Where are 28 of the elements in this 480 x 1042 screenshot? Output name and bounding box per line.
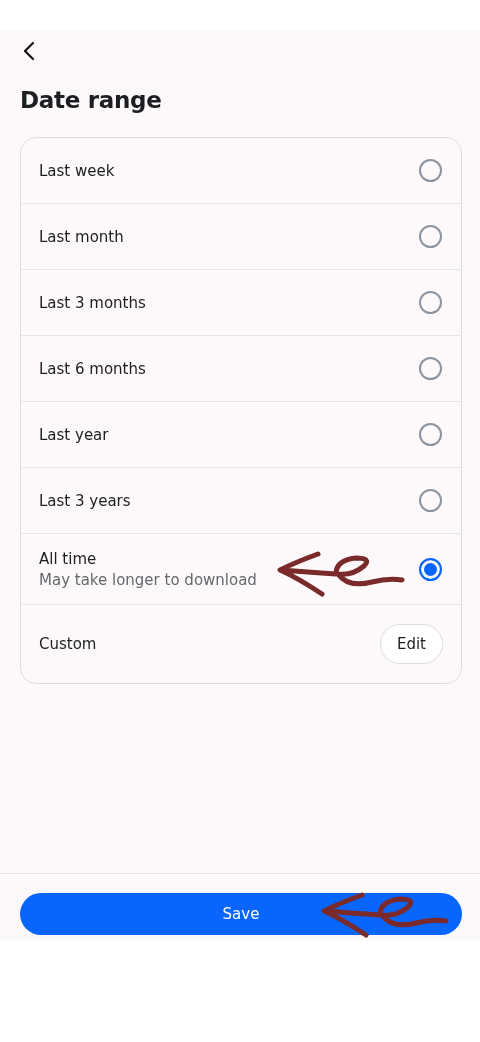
radio-button[interactable] [419, 159, 442, 182]
option-row[interactable]: Last year [21, 402, 461, 468]
page-title: Date range [20, 87, 163, 113]
option-label: Last year [39, 425, 109, 444]
option-row[interactable]: All time May take longer to download [21, 534, 461, 605]
option-label: Last month [39, 227, 124, 246]
option-row[interactable]: Last 6 months [21, 336, 461, 402]
radio-button[interactable] [419, 423, 442, 446]
option-label: Last week [39, 161, 115, 180]
radio-button[interactable] [419, 489, 442, 512]
option-row[interactable]: Custom Edit [21, 605, 461, 683]
option-label: Last 6 months [39, 359, 146, 378]
radio-button[interactable] [419, 225, 442, 248]
option-description: May take longer to download [39, 570, 257, 589]
option-label: Last 3 months [39, 293, 146, 312]
save-button[interactable]: Save [20, 893, 462, 935]
option-row[interactable]: Last 3 years [21, 468, 461, 534]
edit-button[interactable]: Edit [379, 624, 443, 664]
radio-button[interactable] [419, 357, 442, 380]
radio-button[interactable] [419, 557, 442, 581]
option-label: Last 3 years [39, 491, 131, 510]
option-row[interactable]: Last 3 months [21, 270, 461, 336]
radio-button[interactable] [419, 291, 442, 314]
option-label: Custom [39, 635, 97, 653]
back-icon[interactable] [22, 41, 36, 61]
option-row[interactable]: Last month [21, 204, 461, 270]
option-row[interactable]: Last week [21, 138, 461, 204]
option-label: All time [39, 549, 98, 568]
